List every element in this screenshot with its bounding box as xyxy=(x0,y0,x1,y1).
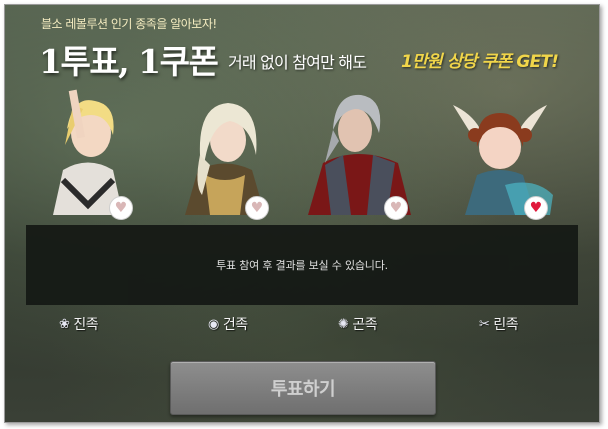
event-highlight: 1만원 상당 쿠폰 GET! xyxy=(401,52,559,72)
character-jin[interactable] xyxy=(33,85,143,215)
overlay-message: 투표 참여 후 결과를 보실 수 있습니다. xyxy=(216,259,388,272)
clan-name: 린족 xyxy=(493,317,519,333)
character-jin-portrait xyxy=(53,89,123,215)
clan-name: 건족 xyxy=(222,317,248,333)
vote-button[interactable]: 투표하기 xyxy=(170,361,436,415)
clan-name: 곤족 xyxy=(352,317,378,333)
vote-heart-gon[interactable]: ♥ xyxy=(384,196,408,220)
character-gun-portrait xyxy=(185,103,265,215)
gun-clan-icon: ◉ xyxy=(208,316,219,332)
lyn-clan-icon: ✂ xyxy=(479,316,490,332)
results-overlay: 투표 참여 후 결과를 보실 수 있습니다. xyxy=(26,225,578,305)
vote-heart-gun[interactable]: ♥ xyxy=(245,196,269,220)
clan-label-jin: ❀ 진족 xyxy=(59,314,99,334)
clan-label-gun: ◉ 건족 xyxy=(208,314,248,334)
heart-icon: ♥ xyxy=(389,200,403,216)
gon-clan-icon: ✺ xyxy=(338,316,349,332)
heart-icon: ♥ xyxy=(250,200,264,216)
event-title: 1투표, 1쿠폰 xyxy=(39,42,219,81)
clan-label-lyn: ✂ 린족 xyxy=(479,314,519,334)
clan-label-gon: ✺ 곤족 xyxy=(338,314,378,334)
event-panel: 블소 레볼루션 인기 종족을 알아보자! 1투표, 1쿠폰 거래 없이 참여만 … xyxy=(4,4,600,423)
vote-heart-jin[interactable]: ♥ xyxy=(109,196,133,220)
clan-name: 진족 xyxy=(73,317,99,333)
heart-icon: ♥ xyxy=(114,200,128,216)
jin-clan-icon: ❀ xyxy=(59,316,70,332)
event-description: 거래 없이 참여만 해도 xyxy=(228,53,367,72)
heart-icon: ♥ xyxy=(529,200,543,216)
event-subtitle: 블소 레볼루션 인기 종족을 알아보자! xyxy=(41,17,217,31)
character-gun[interactable] xyxy=(170,85,280,215)
vote-heart-lyn[interactable]: ♥ xyxy=(524,196,548,220)
